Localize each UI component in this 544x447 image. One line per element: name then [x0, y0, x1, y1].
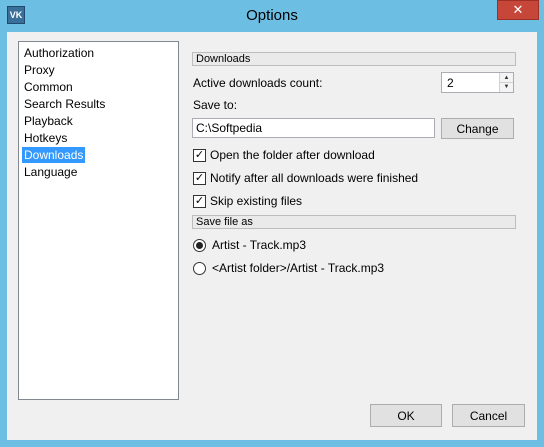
- cancel-button[interactable]: Cancel: [452, 404, 525, 427]
- close-icon: ✕: [512, 2, 524, 17]
- open-folder-label: Open the folder after download: [210, 148, 375, 162]
- naming-artist-folder-radio[interactable]: [193, 261, 206, 275]
- window-title: Options: [246, 7, 298, 24]
- notify-finished-checkbox[interactable]: ✓: [193, 171, 206, 185]
- nav-item-search-results[interactable]: Search Results: [22, 96, 107, 112]
- skip-existing-checkbox[interactable]: ✓: [193, 194, 206, 208]
- check-icon: ✓: [194, 148, 205, 161]
- naming-artist-folder-option[interactable]: <Artist folder>/Artist - Track.mp3: [193, 260, 384, 276]
- open-folder-option[interactable]: ✓ Open the folder after download: [193, 147, 375, 163]
- options-window: VK Options ✕ Authorization Proxy Common …: [0, 0, 544, 447]
- naming-artist-folder-label: <Artist folder>/Artist - Track.mp3: [212, 261, 385, 275]
- notify-finished-label: Notify after all downloads were finished: [210, 171, 419, 185]
- naming-artist-track-radio[interactable]: [193, 238, 206, 252]
- spin-up-icon[interactable]: ▲: [500, 73, 513, 82]
- spin-down-icon[interactable]: ▼: [500, 82, 513, 91]
- nav-item-proxy[interactable]: Proxy: [22, 62, 57, 78]
- save-file-as-section-header: Save file as: [192, 215, 516, 229]
- active-downloads-value[interactable]: 2: [447, 76, 454, 90]
- title-bar[interactable]: VK Options ✕: [0, 0, 544, 32]
- active-downloads-label: Active downloads count:: [193, 76, 323, 90]
- nav-item-common[interactable]: Common: [22, 79, 75, 95]
- check-icon: ✓: [194, 194, 205, 207]
- naming-artist-track-option[interactable]: Artist - Track.mp3: [193, 237, 306, 253]
- skip-existing-option[interactable]: ✓ Skip existing files: [193, 193, 302, 209]
- nav-item-authorization[interactable]: Authorization: [22, 45, 96, 61]
- downloads-section-header: Downloads: [192, 52, 516, 66]
- open-folder-checkbox[interactable]: ✓: [193, 148, 206, 162]
- save-path-input[interactable]: C:\Softpedia: [192, 118, 435, 138]
- spinner-buttons: ▲ ▼: [499, 73, 513, 92]
- close-button[interactable]: ✕: [497, 0, 539, 20]
- notify-finished-option[interactable]: ✓ Notify after all downloads were finish…: [193, 170, 418, 186]
- options-category-list[interactable]: Authorization Proxy Common Search Result…: [18, 41, 179, 400]
- ok-button[interactable]: OK: [370, 404, 442, 427]
- nav-item-playback[interactable]: Playback: [22, 113, 75, 129]
- radio-selected-dot: [196, 241, 203, 249]
- nav-item-hotkeys[interactable]: Hotkeys: [22, 130, 69, 146]
- active-downloads-spinner[interactable]: 2 ▲ ▼: [441, 72, 514, 93]
- check-icon: ✓: [194, 171, 205, 184]
- nav-item-downloads[interactable]: Downloads: [22, 147, 86, 163]
- change-button[interactable]: Change: [441, 118, 514, 139]
- skip-existing-label: Skip existing files: [210, 194, 303, 208]
- dialog-body: Authorization Proxy Common Search Result…: [7, 32, 537, 440]
- naming-artist-track-label: Artist - Track.mp3: [212, 238, 307, 252]
- save-to-label: Save to:: [193, 98, 238, 112]
- nav-item-language[interactable]: Language: [22, 164, 79, 180]
